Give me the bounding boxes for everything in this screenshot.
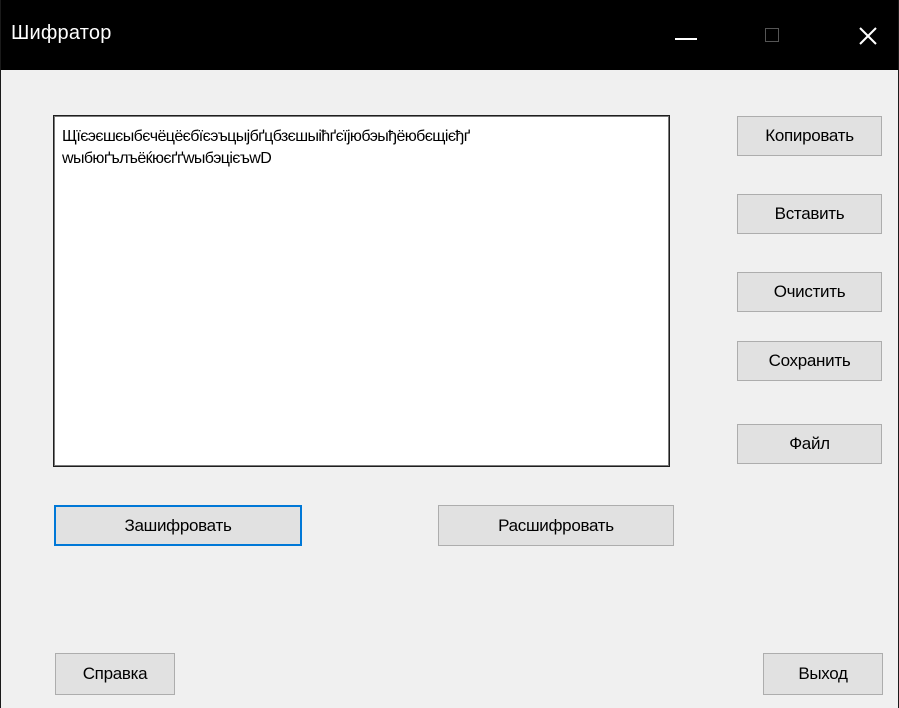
file-button[interactable]: Файл — [737, 424, 882, 464]
close-icon — [859, 27, 877, 45]
clear-button[interactable]: Очистить — [737, 272, 882, 312]
window-title: Шифратор — [11, 22, 112, 44]
client-area: Щїєэєшєыбєчёцёєбїєэъцыјбґцбзєшыіћґєїјюбэ… — [1, 70, 898, 708]
decrypt-button[interactable]: Расшифровать — [438, 505, 674, 546]
text-editor[interactable]: Щїєэєшєыбєчёцёєбїєэъцыјбґцбзєшыіћґєїјюбэ… — [53, 115, 670, 467]
maximize-icon — [765, 28, 779, 42]
save-button[interactable]: Сохранить — [737, 341, 882, 381]
minimize-button[interactable] — [655, 0, 717, 70]
app-window: Шифратор Щїєэєшєыбєчёцёєбїєэъцыјбґцбзєшы… — [0, 0, 899, 708]
encrypt-button[interactable]: Зашифровать — [54, 505, 302, 546]
help-button[interactable]: Справка — [55, 653, 175, 695]
title-bar[interactable]: Шифратор — [1, 0, 898, 70]
maximize-button — [749, 0, 811, 70]
minimize-icon — [675, 38, 697, 40]
exit-button[interactable]: Выход — [763, 653, 883, 695]
close-button[interactable] — [837, 0, 899, 70]
paste-button[interactable]: Вставить — [737, 194, 882, 234]
copy-button[interactable]: Копировать — [737, 116, 882, 156]
